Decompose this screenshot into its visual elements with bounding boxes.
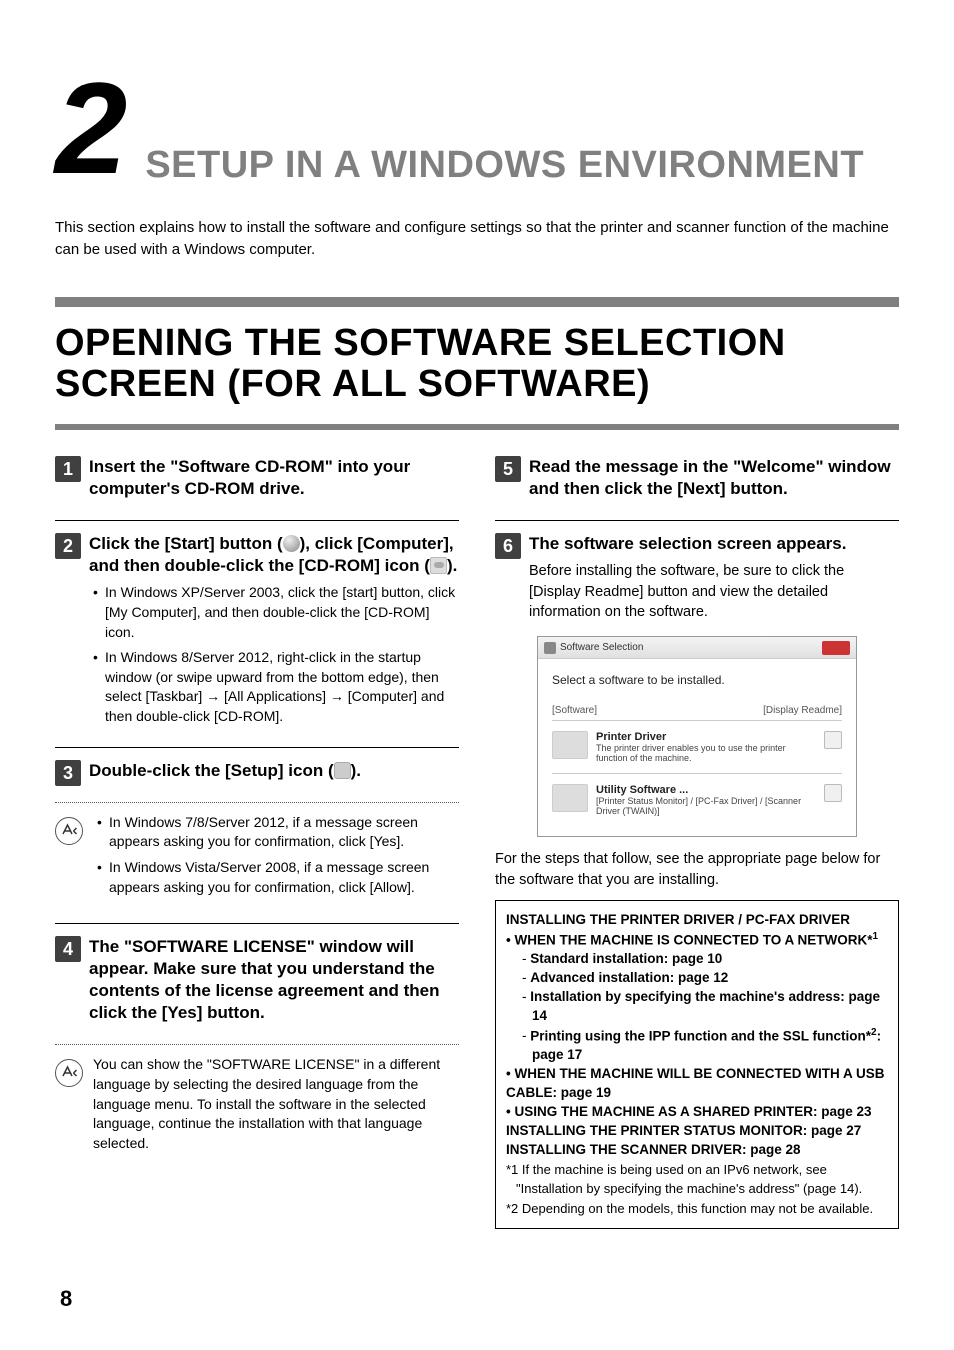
refbox-b1: • WHEN THE MACHINE IS CONNECTED TO A NET… (506, 930, 888, 950)
dotted-divider (55, 1044, 459, 1045)
step-2: 2 Click the [Start] button (), click [Co… (55, 533, 459, 732)
divider (495, 520, 899, 521)
refbox-i3: Installation by specifying the machine's… (516, 988, 888, 1026)
readme-icon (824, 731, 842, 749)
refbox-b3: • USING THE MACHINE AS A SHARED PRINTER:… (506, 1103, 888, 1122)
software-selection-screenshot: Software Selection Select a software to … (537, 636, 857, 837)
divider (55, 747, 459, 748)
step-num-1: 1 (55, 456, 81, 482)
step-2-title: Click the [Start] button (), click [Comp… (89, 533, 459, 577)
section-bar-top (55, 297, 899, 307)
step-2-bullet-2: In Windows 8/Server 2012, right-click in… (93, 648, 459, 726)
sup1: 1 (872, 931, 878, 942)
step-3-title-post: ). (351, 761, 361, 780)
screenshot-hr (552, 720, 842, 721)
refbox-b2: • WHEN THE MACHINE WILL BE CONNECTED WIT… (506, 1065, 888, 1103)
footnote-2: *2 Depending on the models, this functio… (506, 1200, 888, 1218)
thumb-icon (552, 784, 588, 812)
step-4: 4 The "SOFTWARE LICENSE" window will app… (55, 936, 459, 1030)
step-5-title: Read the message in the "Welcome" window… (529, 456, 899, 500)
thumb-icon (552, 731, 588, 759)
item2-title: Utility Software ... (596, 784, 816, 796)
right-column: 5 Read the message in the "Welcome" wind… (495, 456, 899, 1229)
readme-icon (824, 784, 842, 802)
note-icon (55, 817, 83, 845)
step-4-note-text: You can show the "SOFTWARE LICENSE" in a… (93, 1055, 459, 1153)
page-number: 8 (60, 1286, 72, 1312)
dotted-divider (55, 802, 459, 803)
step-2-bullet-1: In Windows XP/Server 2003, click the [st… (93, 583, 459, 642)
content-columns: 1 Insert the "Software CD-ROM" into your… (55, 456, 899, 1229)
step-3-note: In Windows 7/8/Server 2012, if a message… (55, 813, 459, 903)
step-num-4: 4 (55, 936, 81, 962)
step-4-note: You can show the "SOFTWARE LICENSE" in a… (55, 1055, 459, 1153)
screenshot-item-printer-driver: Printer Driver The printer driver enable… (552, 731, 842, 763)
screenshot-item-utility: Utility Software ... [Printer Status Mon… (552, 784, 842, 816)
start-button-icon (283, 535, 300, 552)
step-3-title: Double-click the [Setup] icon (). (89, 760, 459, 782)
divider (55, 923, 459, 924)
section-bar-bottom (55, 424, 899, 430)
step-3-title-pre: Double-click the [Setup] icon ( (89, 761, 334, 780)
intro-paragraph: This section explains how to install the… (55, 217, 899, 261)
chapter-title: SETUP IN A WINDOWS ENVIRONMENT (145, 145, 864, 187)
refbox-h1: INSTALLING THE PRINTER DRIVER / PC-FAX D… (506, 911, 888, 930)
step-6-desc: Before installing the software, be sure … (529, 561, 899, 622)
reference-box: INSTALLING THE PRINTER DRIVER / PC-FAX D… (495, 900, 899, 1229)
step-num-6: 6 (495, 533, 521, 559)
step-1: 1 Insert the "Software CD-ROM" into your… (55, 456, 459, 506)
screenshot-headline: Select a software to be installed. (552, 673, 842, 687)
item1-desc: The printer driver enables you to use th… (596, 743, 816, 763)
col-software: [Software] (552, 705, 622, 716)
col-display-readme: [Display Readme] (763, 705, 842, 716)
step-2-bullets: In Windows XP/Server 2003, click the [st… (89, 583, 459, 726)
refbox-i2: Advanced installation: page 12 (516, 969, 888, 988)
cd-rom-icon (430, 557, 447, 574)
divider (55, 520, 459, 521)
refbox-i4: Printing using the IPP function and the … (516, 1026, 888, 1065)
screenshot-hr (552, 773, 842, 774)
refbox-h3: INSTALLING THE SCANNER DRIVER: page 28 (506, 1141, 888, 1160)
refbox-i1: Standard installation: page 10 (516, 950, 888, 969)
step-6-title: The software selection screen appears. (529, 533, 899, 555)
step-1-title: Insert the "Software CD-ROM" into your c… (89, 456, 459, 500)
setup-icon (334, 762, 351, 779)
step-4-title: The "SOFTWARE LICENSE" window will appea… (89, 936, 459, 1024)
section-title: OPENING THE SOFTWARE SELECTION SCREEN (F… (55, 323, 899, 407)
close-icon (822, 641, 850, 655)
item1-title: Printer Driver (596, 731, 816, 743)
after-screenshot-text: For the steps that follow, see the appro… (495, 849, 899, 890)
step-6: 6 The software selection screen appears.… (495, 533, 899, 622)
step-num-2: 2 (55, 533, 81, 559)
window-icon (544, 642, 556, 654)
step-3-note-1: In Windows 7/8/Server 2012, if a message… (97, 813, 459, 852)
note-icon (55, 1059, 83, 1087)
step-2-title-post: ). (447, 556, 457, 575)
screenshot-titlebar: Software Selection (538, 637, 856, 659)
footnote-1: *1 If the machine is being used on an IP… (506, 1161, 888, 1197)
item2-desc: [Printer Status Monitor] / [PC-Fax Drive… (596, 796, 816, 816)
chapter-header: 2 SETUP IN A WINDOWS ENVIRONMENT (55, 70, 899, 187)
chapter-number: 2 (55, 70, 127, 187)
step-3-note-2: In Windows Vista/Server 2008, if a messa… (97, 858, 459, 897)
refbox-h2: INSTALLING THE PRINTER STATUS MONITOR: p… (506, 1122, 888, 1141)
step-num-3: 3 (55, 760, 81, 786)
step-num-5: 5 (495, 456, 521, 482)
step-5: 5 Read the message in the "Welcome" wind… (495, 456, 899, 506)
window-title: Software Selection (560, 642, 643, 653)
left-column: 1 Insert the "Software CD-ROM" into your… (55, 456, 459, 1229)
step-2-title-pre: Click the [Start] button ( (89, 534, 283, 553)
step-3: 3 Double-click the [Setup] icon (). (55, 760, 459, 788)
